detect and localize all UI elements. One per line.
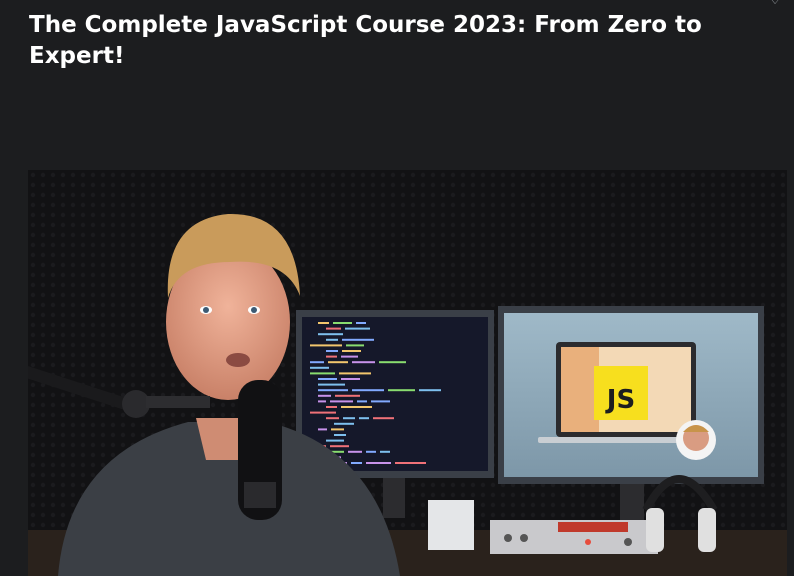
- desk-box: [428, 500, 474, 550]
- code-line-segment: [326, 406, 337, 408]
- code-line-segment: [335, 394, 360, 397]
- code-line-segment: [359, 417, 369, 420]
- code-line-segment: [318, 389, 348, 392]
- course-preview-video[interactable]: JS: [28, 170, 787, 576]
- code-line-segment: [346, 344, 364, 347]
- code-line-segment: [318, 322, 329, 324]
- code-line-segment: [330, 445, 349, 448]
- course-title: The Complete JavaScript Course 2023: Fro…: [29, 12, 702, 69]
- code-line-segment: [341, 355, 358, 358]
- code-line-segment: [371, 400, 390, 403]
- code-line-segment: [339, 372, 371, 375]
- code-line-segment: [366, 462, 391, 464]
- code-line-segment: [348, 450, 362, 453]
- code-line-segment: [352, 361, 375, 364]
- code-line-segment: [379, 361, 406, 364]
- code-line-segment: [318, 394, 331, 397]
- code-line-segment: [341, 406, 372, 408]
- code-line-segment: [334, 422, 354, 425]
- code-line-segment: [318, 333, 343, 336]
- code-line-segment: [342, 338, 374, 341]
- code-line-segment: [326, 417, 339, 420]
- code-line-segment: [342, 350, 361, 352]
- preview-image: JS: [28, 170, 787, 576]
- code-line-segment: [343, 417, 355, 420]
- code-line-segment: [330, 400, 353, 403]
- code-line-segment: [326, 439, 344, 442]
- code-line-segment: [388, 389, 415, 392]
- code-line-segment: [419, 389, 441, 392]
- code-line-segment: [318, 428, 327, 431]
- code-line-segment: [326, 355, 337, 358]
- code-line-segment: [310, 372, 335, 375]
- code-line-segment: [380, 450, 390, 453]
- code-line-segment: [318, 400, 326, 403]
- code-line-segment: [326, 350, 338, 352]
- code-line-segment: [318, 378, 337, 380]
- code-line-segment: [326, 327, 341, 330]
- code-line-segment: [395, 462, 426, 464]
- heart-outline-icon[interactable]: ♡: [762, 0, 788, 10]
- code-line-segment: [373, 417, 394, 420]
- code-line-segment: [310, 361, 324, 364]
- code-line-segment: [352, 389, 384, 392]
- code-line-segment: [328, 361, 348, 364]
- audio-interface: [490, 520, 658, 554]
- code-line-segment: [318, 383, 345, 386]
- code-line-segment: [331, 428, 344, 431]
- code-line-segment: [366, 450, 376, 453]
- code-line-segment: [310, 366, 329, 369]
- code-line-segment: [345, 327, 370, 330]
- code-line-segment: [334, 434, 346, 436]
- code-line-segment: [326, 338, 338, 341]
- code-line-segment: [357, 400, 367, 403]
- code-line-segment: [333, 322, 352, 324]
- code-line-segment: [310, 411, 336, 414]
- js-badge-text: JS: [605, 385, 635, 415]
- code-line-segment: [351, 462, 362, 464]
- code-line-segment: [356, 322, 366, 324]
- code-line-segment: [341, 378, 360, 380]
- code-line-segment: [310, 344, 342, 347]
- course-header: The Complete JavaScript Course 2023: Fro…: [0, 0, 794, 170]
